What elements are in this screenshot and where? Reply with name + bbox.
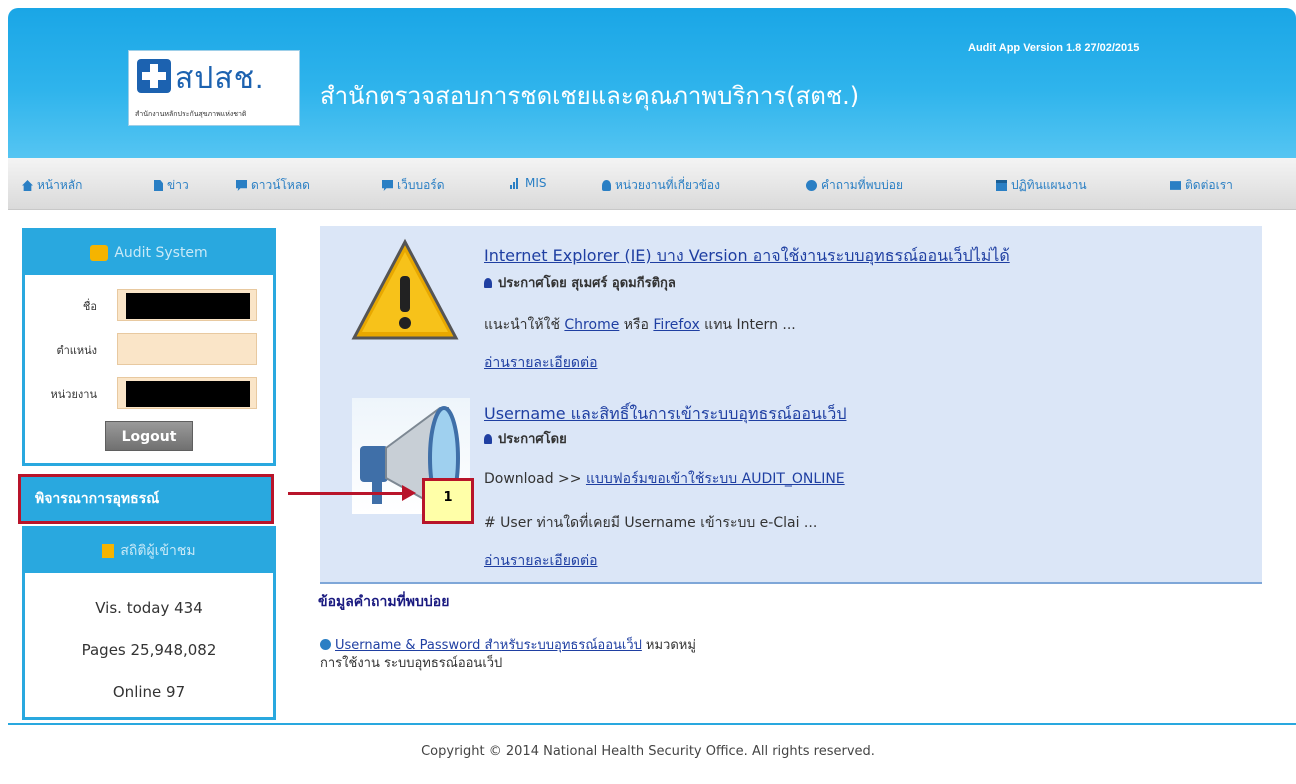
nav-item-label: MIS — [525, 176, 547, 190]
position-field[interactable] — [117, 333, 257, 365]
download-text: Download >> — [484, 471, 586, 487]
audit-icon — [90, 245, 109, 261]
stats-today: Vis. today 434 — [95, 599, 203, 617]
question-icon — [806, 180, 817, 191]
unit-field[interactable] — [117, 377, 257, 409]
position-row: ตำแหน่ง — [25, 333, 265, 365]
news-summary-1: แนะนำให้ใช้ Chrome หรือ Firefox แทน Inte… — [484, 314, 796, 336]
news-author-1-text: ประกาศโดย สุเมศร์ อุดมกีรติกุล — [498, 276, 676, 291]
name-field[interactable] — [117, 289, 257, 321]
cross-logo-icon — [137, 59, 171, 93]
stats-icon — [102, 544, 115, 558]
person-icon — [484, 277, 492, 288]
news-author-1: ประกาศโดย สุเมศร์ อุดมกีรติกุล — [484, 272, 676, 293]
summary-text: แนะนำให้ใช้ — [484, 317, 565, 333]
nav-item-label: คำถามที่พบบ่อย — [821, 178, 903, 192]
faq-heading: ข้อมูลคำถามที่พบบ่อย — [318, 594, 450, 610]
nav-item-calendar[interactable]: ปฏิทินแผนงาน — [996, 176, 1087, 195]
nav-item-label: ปฏิทินแผนงาน — [1011, 178, 1087, 192]
mail-icon — [1170, 181, 1181, 190]
chat-icon — [382, 180, 393, 191]
user-icon — [602, 180, 611, 191]
main-nav: หน้าหลัก ข่าว ดาวน์โหลด เว็บบอร์ด MIS หน… — [8, 158, 1296, 210]
audit-system-panel: Audit System ชื่อ ตำแหน่ง หน่วยงาน Logou… — [22, 228, 276, 466]
news-download-line: Download >> แบบฟอร์มขอเข้าใช้ระบบ AUDIT_… — [484, 468, 845, 490]
bar-chart-icon — [510, 177, 521, 189]
nav-item-news[interactable]: ข่าว — [154, 176, 189, 195]
nhso-logo[interactable]: สปสช. สำนักงานหลักประกันสุขภาพแห่งชาติ — [128, 50, 300, 126]
annotation-marker: 1 — [422, 478, 474, 524]
page: สปสช. สำนักงานหลักประกันสุขภาพแห่งชาติ ส… — [0, 0, 1296, 784]
news-title-2[interactable]: Username และสิทธิ์ในการเข้าระบบอุทธรณ์ออ… — [484, 402, 846, 427]
copyright-footer: Copyright © 2014 National Health Securit… — [421, 744, 875, 759]
news-author-2-text: ประกาศโดย — [498, 432, 567, 447]
read-more-link-2[interactable]: อ่านรายละเอียดต่อ — [484, 550, 598, 572]
logo-subtext: สำนักงานหลักประกันสุขภาพแห่งชาติ — [135, 110, 247, 118]
logout-button[interactable]: Logout — [105, 421, 193, 451]
nav-item-label: เว็บบอร์ด — [397, 178, 445, 192]
position-label: ตำแหน่ง — [56, 344, 97, 357]
annotation-arrow-head — [402, 485, 416, 501]
footer-divider — [8, 723, 1296, 725]
app-version: Audit App Version 1.8 27/02/2015 — [968, 42, 1140, 54]
home-icon — [22, 180, 33, 191]
chat-icon — [236, 180, 247, 191]
nav-item-related-agencies[interactable]: หน่วยงานที่เกี่ยวข้อง — [602, 176, 720, 195]
calendar-icon — [996, 180, 1007, 191]
news-title-1[interactable]: Internet Explorer (IE) บาง Version อาจใช… — [484, 244, 1010, 269]
news-author-2: ประกาศโดย — [484, 428, 567, 449]
appeal-consideration-button[interactable]: พิจารณาการอุทธรณ์ — [18, 474, 274, 524]
read-more-link-1[interactable]: อ่านรายละเอียดต่อ — [484, 352, 598, 374]
stats-online: Online 97 — [112, 683, 186, 701]
redacted-value — [126, 293, 250, 319]
nav-item-faq[interactable]: คำถามที่พบบ่อย — [806, 176, 903, 195]
person-icon — [484, 433, 492, 444]
nav-item-label: ข่าว — [167, 178, 189, 192]
nav-item-mis[interactable]: MIS — [510, 176, 547, 190]
name-row: ชื่อ — [25, 289, 265, 321]
question-icon — [320, 639, 331, 650]
name-label: ชื่อ — [82, 300, 97, 313]
audit-panel-header: Audit System — [25, 231, 273, 275]
nav-item-webboard[interactable]: เว็บบอร์ด — [382, 176, 445, 195]
nav-item-home[interactable]: หน้าหลัก — [22, 176, 82, 195]
nav-item-contact[interactable]: ติดต่อเรา — [1170, 176, 1233, 195]
stats-pages: Pages 25,948,082 — [81, 641, 217, 659]
stats-panel-header: สถิติผู้เข้าชม — [25, 529, 273, 573]
site-title: สำนักตรวจสอบการชดเชยและคุณภาพบริการ(สตช.… — [320, 82, 860, 110]
unit-label: หน่วยงาน — [50, 388, 97, 401]
file-icon — [154, 180, 163, 191]
site-header: สปสช. สำนักงานหลักประกันสุขภาพแห่งชาติ ส… — [8, 8, 1296, 158]
annotation-arrow — [288, 492, 404, 495]
nav-item-download[interactable]: ดาวน์โหลด — [236, 176, 310, 195]
faq-category-value: การใช้งาน ระบบอุทธรณ์ออนเว็ป — [320, 656, 503, 671]
audit-panel-title: Audit System — [114, 245, 208, 261]
nav-item-label: ติดต่อเรา — [1185, 178, 1233, 192]
faq-category: หมวดหมู่ — [645, 638, 696, 653]
nav-item-label: หน้าหลัก — [37, 178, 83, 192]
summary-text: หรือ — [619, 317, 654, 333]
unit-row: หน่วยงาน — [25, 377, 265, 409]
redacted-value — [126, 381, 250, 407]
summary-text: แทน Intern ... — [699, 317, 796, 333]
logo-text: สปสช. — [175, 62, 265, 95]
firefox-link[interactable]: Firefox — [653, 317, 699, 333]
news-summary-2: # User ท่านใดที่เคยมี Username เข้าระบบ … — [484, 515, 818, 531]
nav-item-label: ดาวน์โหลด — [251, 178, 310, 192]
chrome-link[interactable]: Chrome — [564, 317, 619, 333]
stats-panel-title: สถิติผู้เข้าชม — [120, 543, 196, 559]
visitor-stats-panel: สถิติผู้เข้าชม Vis. today 434 Pages 25,9… — [22, 526, 276, 720]
nav-item-label: หน่วยงานที่เกี่ยวข้อง — [615, 178, 720, 192]
warning-icon — [351, 238, 459, 340]
audit-online-form-link[interactable]: แบบฟอร์มขอเข้าใช้ระบบ AUDIT_ONLINE — [586, 471, 845, 487]
